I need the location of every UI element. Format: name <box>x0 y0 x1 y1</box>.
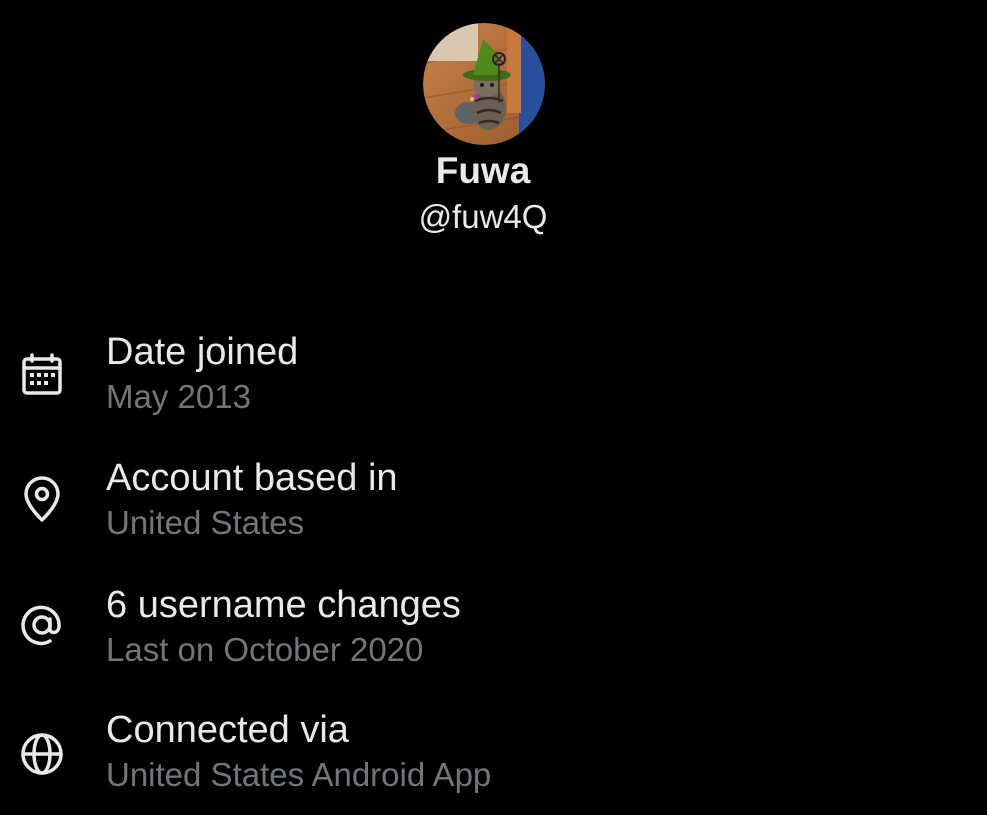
info-title: 6 username changes <box>106 584 461 626</box>
avatar-image <box>423 23 545 145</box>
info-item-username-changes: 6 username changes Last on October 2020 <box>0 583 987 693</box>
at-sign-icon <box>16 599 68 651</box>
info-value: United States Android App <box>106 756 492 793</box>
username-handle: @fuw4Q <box>418 198 548 235</box>
info-value: Last on October 2020 <box>106 631 424 668</box>
display-name: Fuwa <box>435 150 531 191</box>
info-title: Connected via <box>106 709 349 751</box>
calendar-icon <box>16 350 68 402</box>
info-title: Account based in <box>106 457 398 499</box>
avatar[interactable] <box>423 23 545 145</box>
location-pin-icon <box>16 474 68 526</box>
info-item-date-joined: Date joined May 2013 <box>0 330 987 440</box>
info-value: May 2013 <box>106 378 251 415</box>
info-item-account-based-in: Account based in United States <box>0 456 987 566</box>
profile-header: Fuwa @fuw4Q <box>0 0 987 250</box>
info-value: United States <box>106 504 305 541</box>
info-title: Date joined <box>106 331 299 373</box>
globe-icon <box>16 728 68 780</box>
info-item-connected-via: Connected via United States Android App <box>0 708 987 815</box>
